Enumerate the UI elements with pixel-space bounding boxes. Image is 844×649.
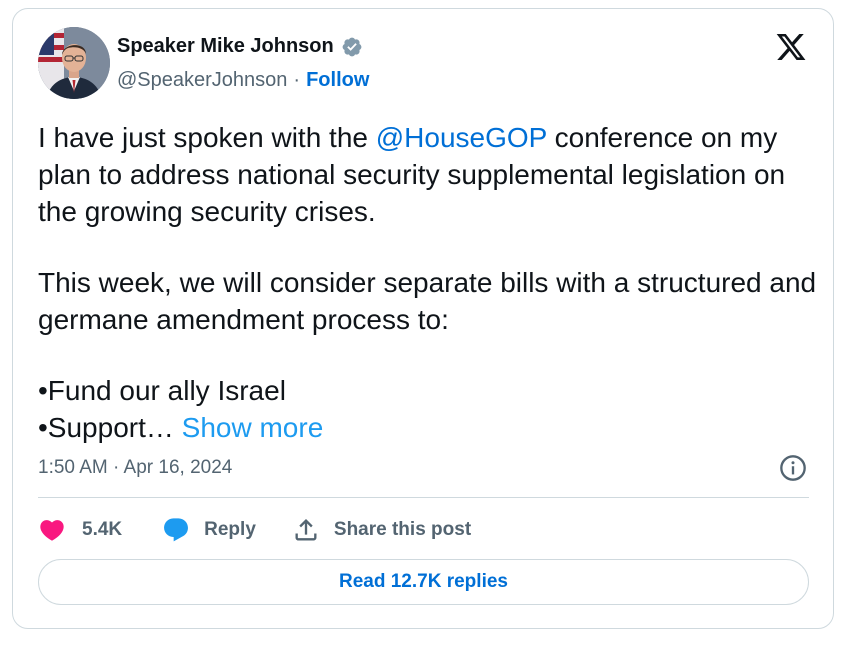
verified-badge-icon xyxy=(342,37,362,56)
author-display-name[interactable]: Speaker Mike Johnson xyxy=(117,35,334,58)
tweet-paragraph-2: This week, we will consider separate bil… xyxy=(38,267,817,335)
like-count: 5.4K xyxy=(82,519,123,540)
tweet-card: Speaker Mike Johnson @SpeakerJohnson · F… xyxy=(12,8,834,629)
share-icon xyxy=(295,519,317,541)
handle-separator: · xyxy=(293,69,301,91)
mention-link[interactable]: @HouseGOP xyxy=(376,122,547,153)
x-logo-icon[interactable] xyxy=(775,31,807,63)
avatar[interactable] xyxy=(38,27,110,99)
action-bar: 5.4K Reply Share this post xyxy=(38,512,471,548)
heart-icon xyxy=(40,520,64,541)
divider xyxy=(38,497,809,498)
tweet-bullet-2: •Support… Show more xyxy=(38,409,818,446)
share-button[interactable]: Share this post xyxy=(292,516,471,544)
reply-button[interactable]: Reply xyxy=(162,516,256,544)
tweet-body: I have just spoken with the @HouseGOP co… xyxy=(38,119,818,446)
author-handle-row: @SpeakerJohnson · Follow xyxy=(117,69,369,92)
like-button[interactable]: 5.4K xyxy=(38,516,122,544)
share-label: Share this post xyxy=(333,519,472,540)
tweet-paragraph-1: I have just spoken with the @HouseGOP co… xyxy=(38,119,818,230)
info-icon[interactable] xyxy=(779,454,807,482)
read-replies-button[interactable]: Read 12.7K replies xyxy=(38,559,809,605)
tweet-bullet-1: •Fund our ally Israel xyxy=(38,375,286,406)
tweet-text-part: •Support… xyxy=(38,412,174,443)
tweet-text-part: I have just spoken with the xyxy=(38,122,376,153)
author-name-row: Speaker Mike Johnson xyxy=(117,35,363,58)
author-handle[interactable]: @SpeakerJohnson xyxy=(117,69,287,92)
show-more-link[interactable]: Show more xyxy=(182,412,324,443)
follow-button[interactable]: Follow xyxy=(306,69,369,92)
reply-label: Reply xyxy=(204,519,256,540)
reply-bubble-icon xyxy=(164,518,189,542)
tweet-timestamp[interactable]: 1:50 AM · Apr 16, 2024 xyxy=(38,457,232,479)
